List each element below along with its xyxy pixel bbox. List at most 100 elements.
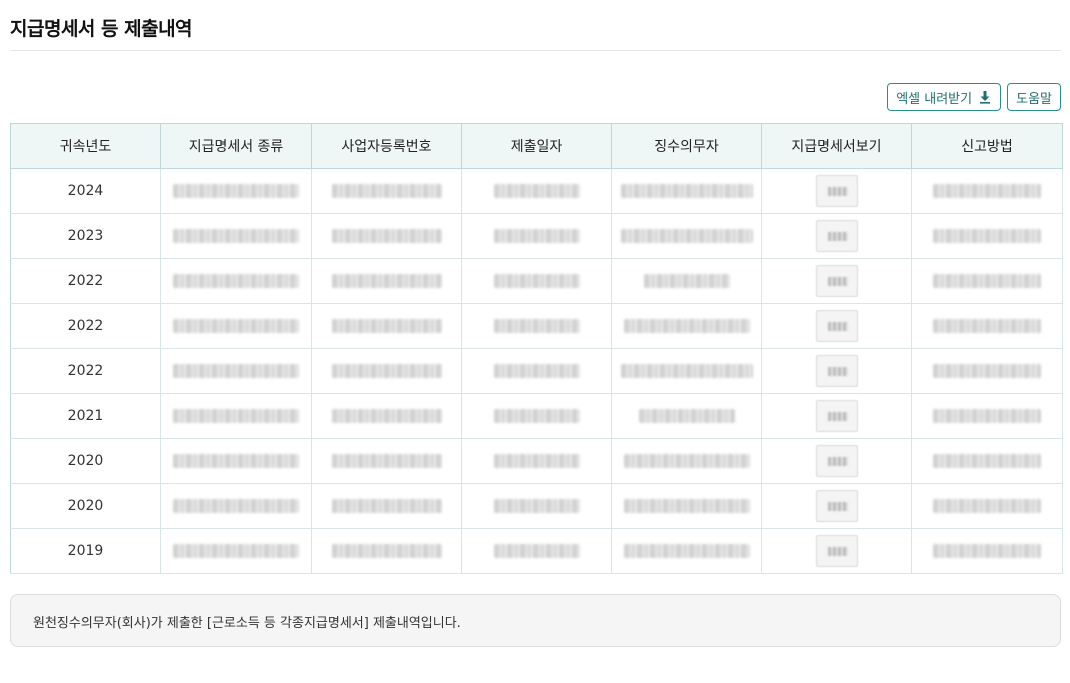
redacted-text (933, 409, 1041, 423)
table-row: 2022 (10, 348, 1063, 394)
redacted-text (331, 229, 442, 243)
redacted-text (493, 544, 580, 558)
view-statement-button[interactable] (815, 220, 858, 252)
business-number-cell (311, 348, 462, 394)
redacted-text (933, 364, 1041, 378)
info-note: 원천징수의무자(회사)가 제출한 [근로소득 등 각종지급명세서] 제출내역입니… (10, 594, 1061, 647)
view-statement-button[interactable] (815, 400, 858, 432)
view-statement-cell (761, 438, 912, 484)
redacted-text (620, 229, 753, 243)
redacted-text (331, 454, 442, 468)
withholding-agent-cell (611, 528, 762, 574)
withholding-agent-cell (611, 258, 762, 304)
redacted-text (933, 499, 1041, 513)
view-statement-button[interactable] (815, 535, 858, 567)
redacted-text (173, 229, 299, 243)
table-row: 2021 (10, 393, 1063, 439)
redacted-text (623, 319, 750, 333)
view-statement-button[interactable] (815, 490, 858, 522)
submit-date-cell (461, 348, 612, 394)
redacted-text (623, 454, 750, 468)
submit-date-cell (461, 393, 612, 439)
report-method-cell (911, 438, 1063, 484)
page-title: 지급명세서 등 제출내역 (10, 18, 193, 40)
report-method-cell (911, 483, 1063, 529)
year-cell: 2022 (10, 258, 161, 304)
redacted-text (933, 454, 1041, 468)
statement-type-cell (160, 438, 312, 484)
col-header-report-method: 신고방법 (911, 123, 1063, 169)
withholding-agent-cell (611, 303, 762, 349)
view-statement-button[interactable] (815, 445, 858, 477)
view-statement-cell (761, 348, 912, 394)
view-statement-button[interactable] (815, 355, 858, 387)
table-row: 2020 (10, 483, 1063, 529)
view-statement-cell (761, 528, 912, 574)
redacted-text (933, 229, 1041, 243)
report-method-cell (911, 528, 1063, 574)
col-header-view-statement: 지급명세서보기 (761, 123, 912, 169)
withholding-agent-cell (611, 483, 762, 529)
statement-type-cell (160, 258, 312, 304)
redacted-text (493, 229, 580, 243)
redacted-text (493, 184, 580, 198)
redacted-text (173, 454, 299, 468)
redacted-text (493, 454, 580, 468)
report-method-cell (911, 213, 1063, 259)
redacted-text (620, 184, 753, 198)
report-method-cell (911, 393, 1063, 439)
redacted-text (638, 409, 735, 423)
statement-type-cell (160, 213, 312, 259)
submit-date-cell (461, 303, 612, 349)
redacted-text (643, 274, 730, 288)
table-row: 2022 (10, 258, 1063, 304)
submit-date-cell (461, 438, 612, 484)
redacted-text (331, 319, 442, 333)
business-number-cell (311, 213, 462, 259)
redacted-text (493, 409, 580, 423)
redacted-text (493, 319, 580, 333)
business-number-cell (311, 258, 462, 304)
redacted-text (331, 184, 442, 198)
view-statement-button[interactable] (815, 265, 858, 297)
redacted-text (173, 364, 299, 378)
view-statement-cell (761, 483, 912, 529)
download-icon (980, 91, 991, 104)
business-number-cell (311, 438, 462, 484)
withholding-agent-cell (611, 348, 762, 394)
withholding-agent-cell (611, 168, 762, 214)
col-header-withholding-agent: 징수의무자 (611, 123, 762, 169)
excel-download-button[interactable]: 엑셀 내려받기 (887, 83, 1002, 111)
view-statement-button[interactable] (815, 310, 858, 342)
redacted-text (493, 274, 580, 288)
view-statement-cell (761, 168, 912, 214)
business-number-cell (311, 393, 462, 439)
year-cell: 2022 (10, 348, 161, 394)
help-button[interactable]: 도움말 (1007, 83, 1061, 111)
statement-type-cell (160, 528, 312, 574)
redacted-text (933, 319, 1041, 333)
table-row: 2020 (10, 438, 1063, 484)
redacted-text (623, 544, 750, 558)
redacted-text (493, 499, 580, 513)
business-number-cell (311, 483, 462, 529)
report-method-cell (911, 168, 1063, 214)
view-statement-button[interactable] (815, 175, 858, 207)
redacted-text (493, 364, 580, 378)
col-header-statement-type: 지급명세서 종류 (160, 123, 312, 169)
redacted-text (623, 499, 750, 513)
redacted-text (331, 499, 442, 513)
year-cell: 2019 (10, 528, 161, 574)
table-row: 2019 (10, 528, 1063, 574)
redacted-text (331, 364, 442, 378)
table-row: 2022 (10, 303, 1063, 349)
statement-type-cell (160, 303, 312, 349)
toolbar: 엑셀 내려받기 도움말 (887, 83, 1061, 111)
table-header-row: 귀속년도 지급명세서 종류 사업자등록번호 제출일자 징수의무자 지급명세서보기… (10, 123, 1063, 169)
redacted-text (933, 274, 1041, 288)
view-statement-cell (761, 303, 912, 349)
submit-date-cell (461, 213, 612, 259)
withholding-agent-cell (611, 393, 762, 439)
submission-table: 귀속년도 지급명세서 종류 사업자등록번호 제출일자 징수의무자 지급명세서보기… (10, 123, 1063, 574)
submit-date-cell (461, 483, 612, 529)
